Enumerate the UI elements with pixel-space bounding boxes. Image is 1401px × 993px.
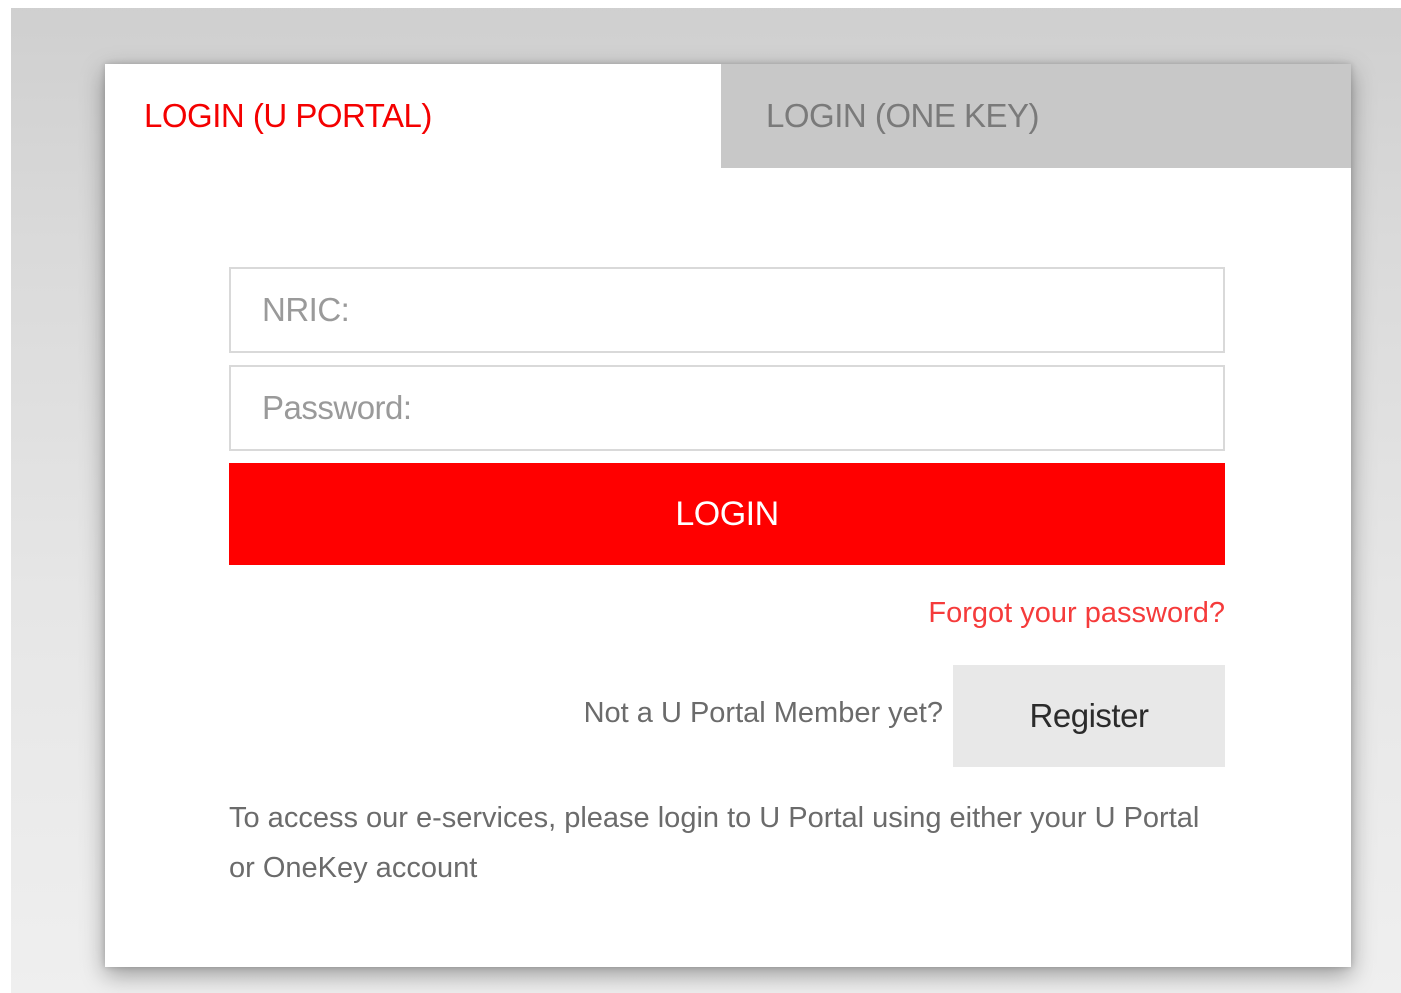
access-info-text: To access our e-services, please login t… [229, 802, 1200, 884]
login-card: LOGIN (U PORTAL) LOGIN (ONE KEY) LOGIN F… [105, 64, 1351, 967]
password-input[interactable] [229, 365, 1225, 451]
tab-login-uportal-label: LOGIN (U PORTAL) [144, 97, 432, 134]
tab-login-onekey[interactable]: LOGIN (ONE KEY) [721, 64, 1351, 168]
forgot-password-link[interactable]: Forgot your password? [928, 597, 1225, 630]
login-tabs: LOGIN (U PORTAL) LOGIN (ONE KEY) [105, 64, 1351, 168]
window-left-edge [0, 0, 11, 993]
not-member-prompt: Not a U Portal Member yet? [583, 697, 943, 729]
tab-login-uportal[interactable]: LOGIN (U PORTAL) [105, 64, 721, 168]
login-button[interactable]: LOGIN [229, 463, 1225, 565]
tab-login-onekey-label: LOGIN (ONE KEY) [766, 97, 1040, 134]
register-button[interactable]: Register [953, 665, 1225, 767]
window-top-edge [0, 0, 1401, 8]
nric-input[interactable] [229, 267, 1225, 353]
